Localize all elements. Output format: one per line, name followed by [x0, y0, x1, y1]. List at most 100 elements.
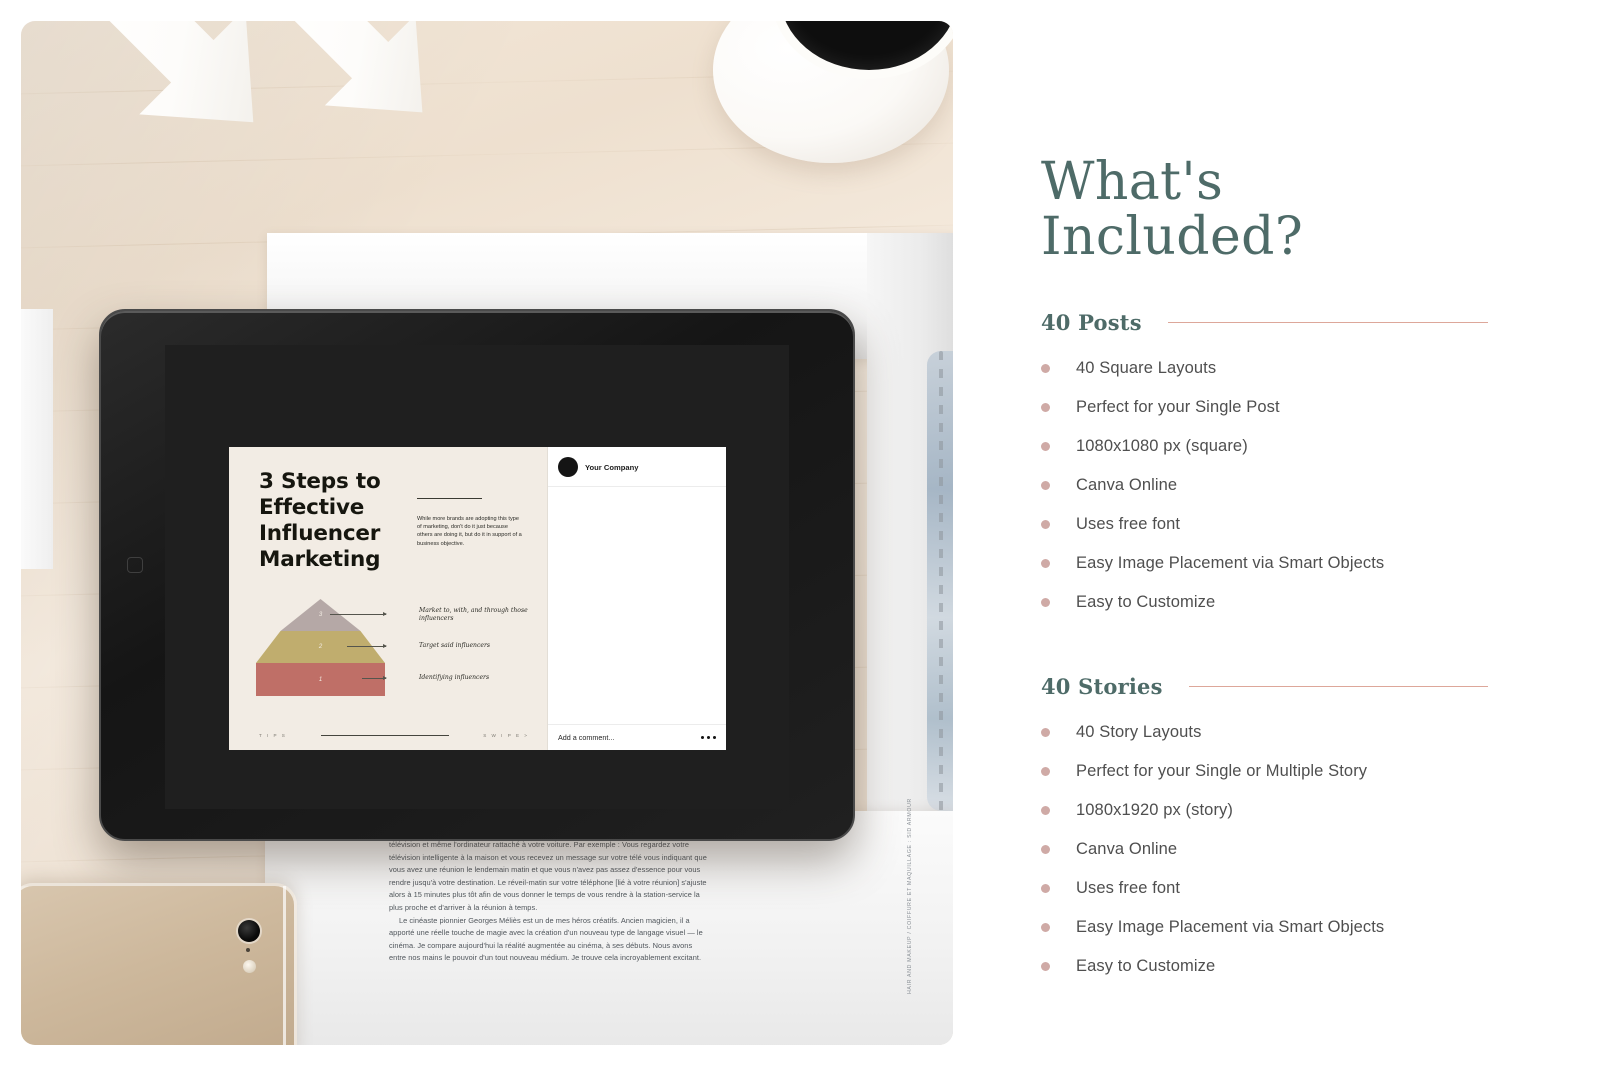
pyramid-level-number: 2: [318, 644, 323, 650]
pyramid-note-1: Identifying influencers: [419, 674, 490, 681]
camera-icon: [238, 920, 260, 942]
page-title: What's Included?: [1041, 152, 1304, 267]
bullet-icon: [1041, 767, 1050, 777]
whats-included-panel: What's Included? 40 Posts 40 Square Layo…: [953, 0, 1600, 1066]
flash-icon: [243, 960, 256, 973]
paper-sliver: [21, 309, 53, 569]
carousel-slide: 3 Steps to Effective Influencer Marketin…: [229, 447, 547, 750]
magazine-paragraph: Le cinéaste pionnier Georges Méliès est …: [389, 915, 703, 963]
magazine-paragraph: télévision et même l'ordinateur rattaché…: [389, 840, 707, 912]
pyramid-level-3: 3: [280, 599, 361, 631]
list-item: Easy Image Placement via Smart Objects: [1041, 554, 1488, 573]
magazine-edge-marks: [939, 351, 943, 811]
list-item-label: Canva Online: [1076, 476, 1178, 495]
slide-footer: T I P S S W I P E >: [259, 733, 529, 738]
slide-divider: [417, 498, 482, 499]
list-item: 40 Story Layouts: [1041, 723, 1488, 742]
slide-footer-swipe-label[interactable]: S W I P E >: [483, 733, 529, 738]
pyramid-connector-1: [362, 676, 387, 680]
tablet-device: 3 Steps to Effective Influencer Marketin…: [99, 309, 855, 841]
bullet-icon: [1041, 806, 1050, 816]
list-item: Easy to Customize: [1041, 957, 1488, 976]
slide-footer-tips-label: T I P S: [259, 733, 287, 738]
product-mockup-photo: télévision et même l'ordinateur rattaché…: [21, 21, 953, 1045]
list-item-label: Easy Image Placement via Smart Objects: [1076, 918, 1385, 937]
bullet-icon: [1041, 481, 1050, 491]
section-title-stories: 40 Stories: [1041, 674, 1163, 700]
coffee-cup-rim: [771, 21, 953, 79]
post-footer: Add a comment...: [548, 724, 726, 750]
smartphone-device: [21, 883, 297, 1045]
list-item-label: Perfect for your Single or Multiple Stor…: [1076, 762, 1368, 781]
list-item: Uses free font: [1041, 515, 1488, 534]
list-item: Perfect for your Single or Multiple Stor…: [1041, 762, 1488, 781]
pyramid-level-number: 3: [318, 612, 323, 618]
list-item-label: Easy to Customize: [1076, 957, 1216, 976]
more-options-icon[interactable]: [701, 735, 716, 740]
list-item: Easy to Customize: [1041, 593, 1488, 612]
feature-list-stories: 40 Story Layouts Perfect for your Single…: [1041, 723, 1488, 976]
page-root: télévision et même l'ordinateur rattaché…: [0, 0, 1600, 1066]
bullet-icon: [1041, 559, 1050, 569]
bullet-icon: [1041, 520, 1050, 530]
bullet-icon: [1041, 403, 1050, 413]
section-title-posts: 40 Posts: [1041, 310, 1142, 336]
section-posts: 40 Posts 40 Square Layouts Perfect for y…: [1041, 310, 1488, 612]
section-stories: 40 Stories 40 Story Layouts Perfect for …: [1041, 674, 1488, 976]
section-divider: [1167, 322, 1488, 324]
section-header: 40 Posts: [1041, 310, 1488, 335]
magazine-article-text: télévision et même l'ordinateur rattaché…: [389, 839, 709, 965]
list-item-label: Easy to Customize: [1076, 593, 1216, 612]
bullet-icon: [1041, 728, 1050, 738]
list-item: Canva Online: [1041, 840, 1488, 859]
list-item-label: 40 Story Layouts: [1076, 723, 1202, 742]
pyramid-connector-3: [330, 612, 387, 616]
instagram-post-preview: 3 Steps to Effective Influencer Marketin…: [229, 447, 726, 750]
list-item: Perfect for your Single Post: [1041, 398, 1488, 417]
bullet-icon: [1041, 598, 1050, 608]
microphone-icon: [246, 948, 250, 952]
pyramid-note-3: Market to, with, and through those influ…: [419, 607, 528, 623]
pyramid-level-number: 1: [318, 676, 323, 683]
pyramid-connector-2: [347, 644, 387, 648]
list-item: 1080x1920 px (story): [1041, 801, 1488, 820]
post-side-panel: Your Company Add a comment...: [547, 447, 726, 750]
magazine-credit-line: HAIR AND MAKEUP / COIFFURE ET MAQUILLAGE…: [907, 797, 914, 995]
bullet-icon: [1041, 845, 1050, 855]
post-header: Your Company: [548, 447, 726, 487]
bullet-icon: [1041, 962, 1050, 972]
pyramid-level-2: 2: [256, 631, 385, 663]
list-item: Easy Image Placement via Smart Objects: [1041, 918, 1488, 937]
list-item-label: Easy Image Placement via Smart Objects: [1076, 554, 1385, 573]
slide-footer-line: [321, 735, 450, 736]
list-item-label: Perfect for your Single Post: [1076, 398, 1280, 417]
tablet-screen: 3 Steps to Effective Influencer Marketin…: [165, 345, 789, 809]
avatar[interactable]: [558, 457, 578, 477]
list-item: Canva Online: [1041, 476, 1488, 495]
pyramid-note-2: Target said influencers: [419, 642, 491, 649]
section-divider: [1188, 686, 1488, 688]
home-button-icon[interactable]: [127, 557, 143, 573]
list-item: Uses free font: [1041, 879, 1488, 898]
section-header: 40 Stories: [1041, 674, 1488, 699]
slide-body-text: While more brands are adopting this type…: [417, 516, 522, 547]
post-company-name: Your Company: [585, 462, 639, 472]
list-item-label: Uses free font: [1076, 515, 1181, 534]
bullet-icon: [1041, 884, 1050, 894]
list-item-label: 40 Square Layouts: [1076, 359, 1217, 378]
list-item-label: 1080x1080 px (square): [1076, 437, 1248, 456]
bullet-icon: [1041, 364, 1050, 374]
phone-antenna-band: [283, 886, 286, 1045]
pyramid-level-1: 1: [256, 663, 385, 696]
list-item: 40 Square Layouts: [1041, 359, 1488, 378]
bullet-icon: [1041, 442, 1050, 452]
list-item: 1080x1080 px (square): [1041, 437, 1488, 456]
list-item-label: Canva Online: [1076, 840, 1178, 859]
bullet-icon: [1041, 923, 1050, 933]
add-comment-input[interactable]: Add a comment...: [558, 733, 614, 742]
slide-title: 3 Steps to Effective Influencer Marketin…: [259, 469, 381, 572]
feature-list-posts: 40 Square Layouts Perfect for your Singl…: [1041, 359, 1488, 612]
list-item-label: Uses free font: [1076, 879, 1181, 898]
list-item-label: 1080x1920 px (story): [1076, 801, 1234, 820]
